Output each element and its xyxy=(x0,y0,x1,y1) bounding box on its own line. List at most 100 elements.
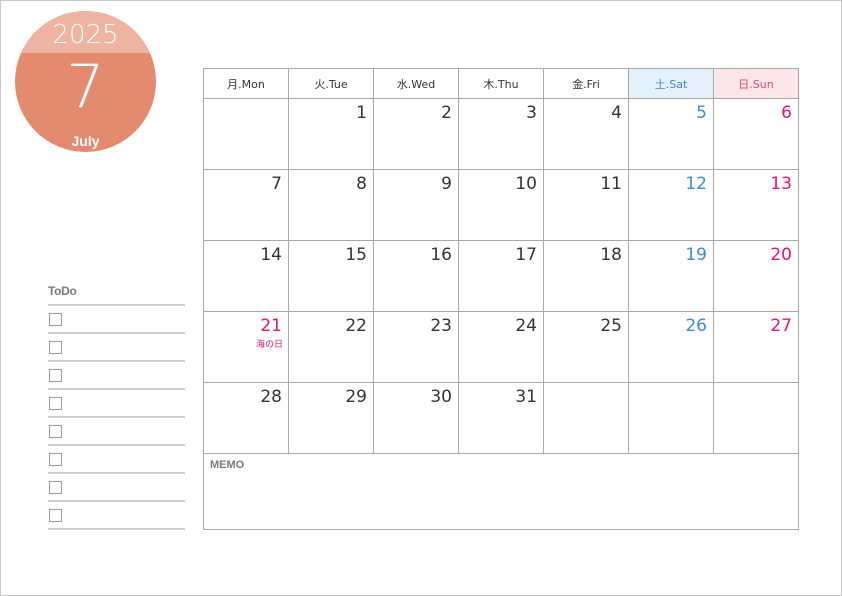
day-cell[interactable]: 22 xyxy=(288,311,374,383)
todo-checkbox[interactable] xyxy=(49,425,62,438)
todo-list: ToDo xyxy=(48,284,185,530)
day-cell[interactable]: 31 xyxy=(458,382,544,454)
day-cell[interactable]: 27 xyxy=(713,311,799,383)
day-number xyxy=(714,383,798,388)
day-cell[interactable]: 18 xyxy=(543,240,629,312)
day-cell[interactable]: 26 xyxy=(628,311,714,383)
todo-item xyxy=(48,334,185,362)
todo-item xyxy=(48,474,185,502)
day-cell[interactable]: 3 xyxy=(458,98,544,170)
weekday-header: 木.Thu xyxy=(458,68,544,99)
day-number: 15 xyxy=(345,245,367,265)
day-cell[interactable] xyxy=(713,382,799,454)
weekday-header-row: 月.Mon 火.Tue 水.Wed 木.Thu 金.Fri 土.Sat 日.Sun xyxy=(203,68,799,99)
day-cell[interactable]: 21 海の日 xyxy=(203,311,289,383)
todo-item xyxy=(48,306,185,334)
memo-row: MEMO xyxy=(203,453,799,530)
day-number: 5 xyxy=(696,103,707,123)
memo-label: MEMO xyxy=(210,459,245,471)
todo-checkbox[interactable] xyxy=(49,509,62,522)
day-number: 12 xyxy=(685,174,707,194)
day-number: 17 xyxy=(515,245,537,265)
todo-title: ToDo xyxy=(48,284,77,298)
day-cell[interactable] xyxy=(628,382,714,454)
todo-checkbox[interactable] xyxy=(49,397,62,410)
day-cell[interactable]: 15 xyxy=(288,240,374,312)
day-cell[interactable] xyxy=(203,98,289,170)
badge-year: 2025 xyxy=(52,20,119,50)
day-number: 19 xyxy=(685,245,707,265)
day-cell[interactable]: 7 xyxy=(203,169,289,241)
day-cell[interactable]: 16 xyxy=(373,240,459,312)
day-cell[interactable]: 29 xyxy=(288,382,374,454)
day-cell[interactable]: 5 xyxy=(628,98,714,170)
day-number: 22 xyxy=(345,316,367,336)
weekday-header: 月.Mon xyxy=(203,68,289,99)
day-number: 27 xyxy=(770,316,792,336)
day-cell[interactable]: 12 xyxy=(628,169,714,241)
day-cell[interactable]: 4 xyxy=(543,98,629,170)
day-cell[interactable]: 28 xyxy=(203,382,289,454)
day-number: 30 xyxy=(430,387,452,407)
day-cell[interactable]: 10 xyxy=(458,169,544,241)
holiday-name: 海の日 xyxy=(255,340,283,350)
weekday-header: 日.Sun xyxy=(713,68,799,99)
day-cell[interactable]: 30 xyxy=(373,382,459,454)
month-badge: 2025 7 July xyxy=(15,11,156,152)
day-number: 9 xyxy=(441,174,452,194)
week-row: 21 海の日 22 23 24 25 26 27 xyxy=(203,311,799,383)
weekday-header: 火.Tue xyxy=(288,68,374,99)
day-cell[interactable]: 20 xyxy=(713,240,799,312)
day-cell[interactable]: 9 xyxy=(373,169,459,241)
todo-item xyxy=(48,418,185,446)
day-number: 20 xyxy=(770,245,792,265)
day-cell[interactable] xyxy=(543,382,629,454)
todo-item xyxy=(48,390,185,418)
day-number: 11 xyxy=(600,174,622,194)
day-cell[interactable]: 11 xyxy=(543,169,629,241)
day-cell[interactable]: 13 xyxy=(713,169,799,241)
day-cell[interactable]: 6 xyxy=(713,98,799,170)
day-cell[interactable]: 14 xyxy=(203,240,289,312)
week-row: 14 15 16 17 18 19 20 xyxy=(203,240,799,312)
week-row: 1 2 3 4 5 6 xyxy=(203,98,799,170)
todo-checkbox[interactable] xyxy=(49,481,62,494)
weekday-header: 水.Wed xyxy=(373,68,459,99)
todo-checkbox[interactable] xyxy=(49,341,62,354)
day-number: 14 xyxy=(260,245,282,265)
day-number: 3 xyxy=(526,103,537,123)
day-number: 25 xyxy=(600,316,622,336)
day-cell[interactable]: 24 xyxy=(458,311,544,383)
week-row: 28 29 30 31 xyxy=(203,382,799,454)
day-cell[interactable]: 17 xyxy=(458,240,544,312)
day-cell[interactable]: 1 xyxy=(288,98,374,170)
day-number: 28 xyxy=(260,387,282,407)
weekday-header: 土.Sat xyxy=(628,68,714,99)
day-number xyxy=(629,383,713,388)
day-cell[interactable]: 2 xyxy=(373,98,459,170)
weekday-header: 金.Fri xyxy=(543,68,629,99)
day-number: 23 xyxy=(430,316,452,336)
todo-checkbox[interactable] xyxy=(49,369,62,382)
day-number: 2 xyxy=(441,103,452,123)
day-cell[interactable]: 19 xyxy=(628,240,714,312)
todo-checkbox[interactable] xyxy=(49,313,62,326)
day-number: 24 xyxy=(515,316,537,336)
day-cell[interactable]: 25 xyxy=(543,311,629,383)
day-number: 31 xyxy=(515,387,537,407)
day-number: 26 xyxy=(685,316,707,336)
day-number: 8 xyxy=(356,174,367,194)
day-number: 4 xyxy=(611,103,622,123)
day-number: 10 xyxy=(515,174,537,194)
todo-item xyxy=(48,446,185,474)
todo-item xyxy=(48,502,185,530)
day-number: 6 xyxy=(781,103,792,123)
memo-area[interactable]: MEMO xyxy=(203,453,799,530)
todo-checkbox[interactable] xyxy=(49,453,62,466)
day-cell[interactable]: 8 xyxy=(288,169,374,241)
day-cell[interactable]: 23 xyxy=(373,311,459,383)
day-number xyxy=(544,383,628,388)
badge-month-number: 7 xyxy=(66,52,105,122)
day-number: 29 xyxy=(345,387,367,407)
day-number: 13 xyxy=(770,174,792,194)
